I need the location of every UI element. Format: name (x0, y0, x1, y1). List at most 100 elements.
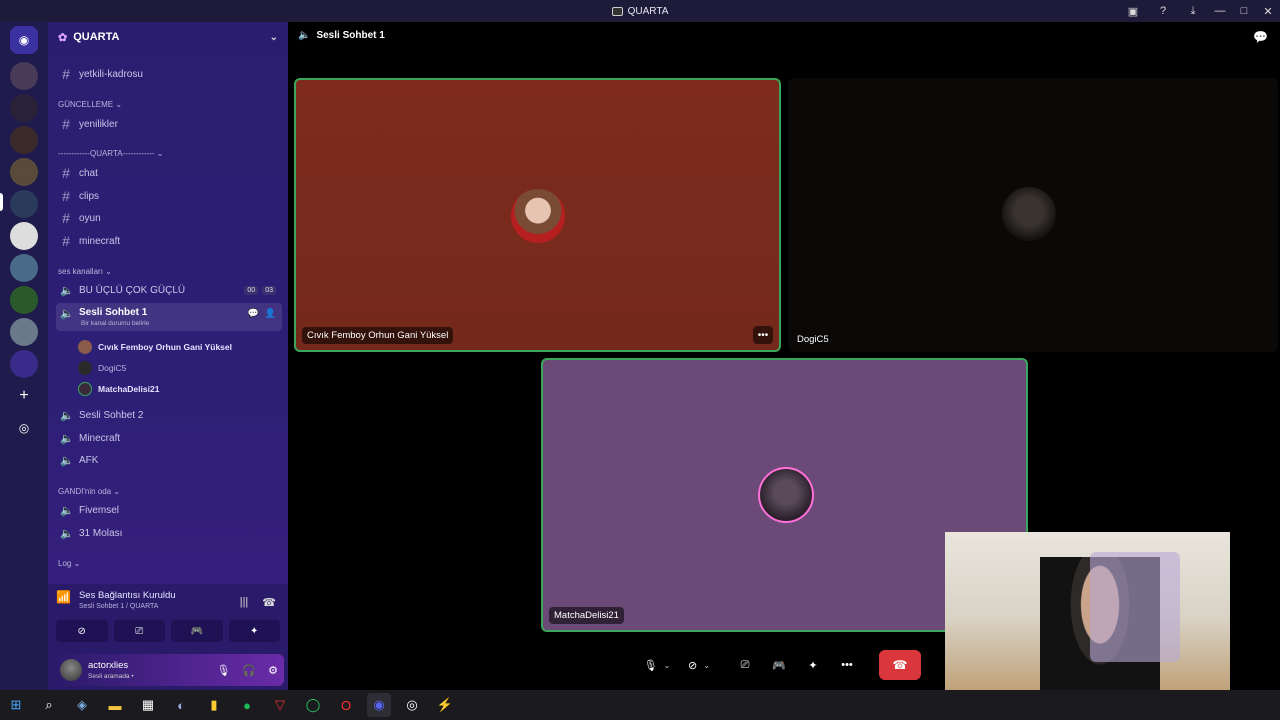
window-titlebar: QUARTA ▣ ? ⤓ — □ ✕ (0, 0, 1280, 22)
more-options-button[interactable]: ••• (833, 651, 861, 679)
call-channel-name: Sesli Sohbet 1 (316, 30, 385, 41)
end-call-button[interactable]: ☎ (879, 650, 921, 680)
server-icon[interactable] (10, 350, 38, 378)
server-icon[interactable] (10, 318, 38, 346)
activity-button[interactable]: 🎮 (171, 620, 223, 642)
screen-share-button[interactable]: ⎚ (113, 620, 165, 642)
soundboard-button[interactable]: ✦ (228, 620, 280, 642)
server-icon[interactable] (10, 62, 38, 90)
category-guncelleme[interactable]: GÜNCELLEME ⌄ (58, 100, 122, 109)
channel-label: yetkili-kadrosu (79, 68, 143, 80)
channel-yetkili-kadrosu[interactable]: # yetkili-kadrosu (56, 64, 282, 84)
camera-button[interactable]: ⊘ ⌄ (685, 651, 713, 679)
file-explorer-icon[interactable]: ▬ (103, 693, 127, 717)
noise-suppression-icon[interactable]: ||| (240, 596, 249, 609)
channel-minecraft[interactable]: # minecraft (56, 231, 282, 251)
start-icon[interactable]: ⊞ (4, 693, 28, 717)
soundboard-button[interactable]: ✦ (799, 651, 827, 679)
participant-name: Cıvık Femboy Orhun Gani Yüksel (302, 327, 454, 344)
close-button[interactable]: ✕ (1256, 0, 1280, 22)
server-icon[interactable] (10, 126, 38, 154)
help-icon[interactable]: ? (1148, 0, 1178, 22)
voice-member[interactable]: Cıvık Femboy Orhun Gani Yüksel (78, 338, 232, 356)
maximize-button[interactable]: □ (1232, 0, 1256, 22)
microphone-icon[interactable]: 🎙 (216, 664, 230, 677)
store-icon[interactable]: ▦ (136, 693, 160, 717)
headphones-icon[interactable]: 🎧 (242, 664, 256, 677)
voice-channel-sesli-sohbet-1[interactable]: 🔈 Sesli Sohbet 1 Bir kanal durumu belirl… (56, 303, 282, 331)
channel-label: Sesli Sohbet 2 (79, 409, 144, 421)
app-icon[interactable]: ▽ (268, 693, 292, 717)
category-log[interactable]: Log ⌄ (58, 559, 80, 568)
signal-icon[interactable]: 📶 (56, 590, 71, 610)
participant-tile[interactable]: DogiC5 (788, 78, 1278, 352)
voice-channel-31-molasi[interactable]: 🔈 31 Molası (56, 523, 282, 543)
editor-icon[interactable]: ▮ (202, 693, 226, 717)
server-icon[interactable] (10, 158, 38, 186)
chat-bubble-icon[interactable]: 💬 (248, 308, 259, 319)
guild-flower-icon: ✿ (58, 31, 68, 44)
discover-icon[interactable]: ◎ (10, 414, 38, 442)
voice-member[interactable]: DogiC5 (78, 359, 126, 377)
speaker-icon: 🔈 (60, 284, 74, 297)
call-header: 🔈 Sesli Sohbet 1 (298, 30, 385, 41)
avatar (78, 340, 92, 354)
camera-off-button[interactable]: ⊘ (56, 620, 108, 642)
chevron-down-icon[interactable]: ⌄ (664, 661, 671, 670)
server-icon[interactable] (10, 94, 38, 122)
chat-bubble-icon[interactable]: 💬 (1253, 30, 1268, 44)
add-server-icon[interactable]: + (10, 382, 38, 410)
steam-icon[interactable]: ◐ (169, 693, 193, 717)
server-icon[interactable] (10, 190, 38, 218)
voice-channel-fivemsel[interactable]: 🔈 Fivemsel (56, 500, 282, 520)
guild-name: QUARTA (73, 31, 120, 43)
channel-label: oyun (79, 212, 101, 224)
category-quarta[interactable]: ------------QUARTA------------ ⌄ (58, 149, 163, 158)
server-icon[interactable] (10, 222, 38, 250)
channel-chat[interactable]: # chat (56, 163, 282, 183)
member-name: MatchaDelisi21 (98, 384, 160, 394)
opera-icon[interactable]: O (334, 693, 358, 717)
voice-channel-minecraft[interactable]: 🔈 Minecraft (56, 428, 282, 448)
guild-header[interactable]: ✿ QUARTA ⌄ (48, 22, 288, 52)
participant-tile[interactable]: Cıvık Femboy Orhun Gani Yüksel ••• (294, 78, 781, 352)
microphone-button[interactable]: 🎙 ⌄ (643, 651, 671, 679)
copilot-icon[interactable]: ◈ (70, 693, 94, 717)
channel-clips[interactable]: # clips (56, 186, 282, 206)
channel-oyun[interactable]: # oyun (56, 208, 282, 228)
chevron-down-icon[interactable]: ⌄ (703, 661, 710, 670)
game-app-icon[interactable]: ◎ (400, 693, 424, 717)
voice-member[interactable]: MatchaDelisi21 (78, 380, 159, 398)
flash-app-icon[interactable]: ⚡ (433, 693, 457, 717)
voice-channel-sesli-sohbet-2[interactable]: 🔈 Sesli Sohbet 2 (56, 405, 282, 425)
home-button[interactable]: ◉ (10, 26, 38, 54)
avatar[interactable] (60, 659, 82, 681)
gear-icon[interactable]: ⚙ (268, 664, 278, 677)
whatsapp-icon[interactable]: ◯ (301, 693, 325, 717)
search-icon[interactable]: ⌕ (37, 693, 61, 717)
add-member-icon[interactable]: 👤 (265, 308, 276, 319)
server-icon[interactable] (10, 254, 38, 282)
category-ses-kanallari[interactable]: ses kanalları ⌄ (58, 267, 112, 276)
server-icon[interactable] (10, 286, 38, 314)
more-options-button[interactable]: ••• (753, 326, 773, 344)
channel-label: BU ÜÇLÜ ÇOK GÜÇLÜ (79, 284, 186, 296)
speaker-icon: 🔈 (60, 308, 74, 320)
hash-icon: # (62, 66, 70, 82)
discord-icon[interactable]: ◉ (367, 693, 391, 717)
category-gandi[interactable]: GANDI'nin oda ⌄ (58, 487, 120, 496)
server-list: ◉ + ◎ (0, 22, 48, 690)
minimize-button[interactable]: — (1208, 0, 1232, 22)
channel-status[interactable]: Bir kanal durumu belirle (81, 320, 149, 327)
spotify-icon[interactable]: ● (235, 693, 259, 717)
activity-button[interactable]: 🎮 (765, 651, 793, 679)
voice-channel-afk[interactable]: 🔈 AFK (56, 450, 282, 470)
voice-channel-bu-uclu[interactable]: 🔈 BU ÜÇLÜ ÇOK GÜÇLÜ 00 03 (56, 280, 282, 300)
disconnect-icon[interactable]: ☎ (262, 596, 276, 609)
inbox-icon[interactable]: ▣ (1118, 0, 1148, 22)
screen-share-button[interactable]: ⎚ (731, 651, 759, 679)
participant-name: DogiC5 (797, 334, 829, 345)
channel-yenilikler[interactable]: # yenilikler (56, 114, 282, 134)
voice-status-subtitle[interactable]: Sesli Sohbet 1 / QUARTA (79, 603, 176, 610)
download-icon[interactable]: ⤓ (1178, 0, 1208, 22)
